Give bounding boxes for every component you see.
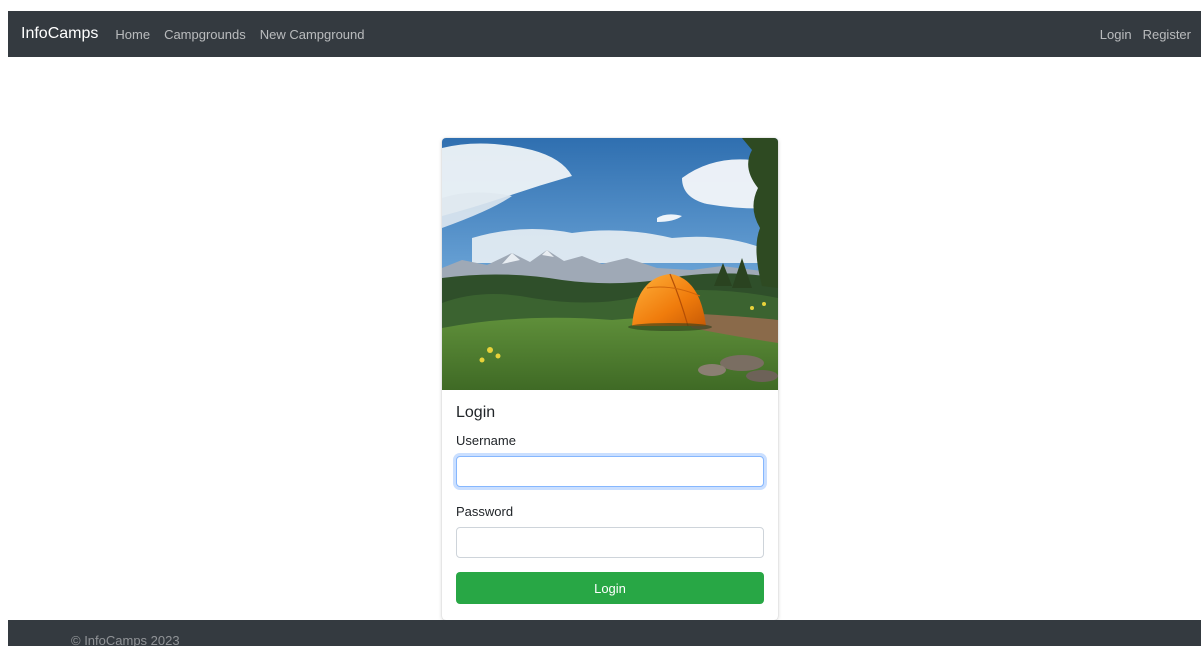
camping-tent-landscape-photo: [442, 138, 778, 390]
password-input[interactable]: [456, 527, 764, 558]
login-card: Login Username Password Login: [442, 138, 778, 620]
nav-link-register[interactable]: Register: [1143, 27, 1191, 42]
nav-right-links: Login Register: [1089, 27, 1201, 42]
login-submit-button[interactable]: Login: [456, 572, 764, 604]
password-label: Password: [456, 504, 514, 519]
nav-link-home[interactable]: Home: [115, 27, 150, 42]
username-input[interactable]: [456, 456, 764, 487]
login-title: Login: [456, 404, 496, 421]
navbar: InfoCamps Home Campgrounds New Campgroun…: [8, 11, 1201, 57]
footer-copyright: © InfoCamps 2023: [71, 633, 180, 646]
nav-link-campgrounds[interactable]: Campgrounds: [164, 27, 246, 42]
nav-link-new-campground[interactable]: New Campground: [260, 27, 365, 42]
login-form: Login Username Password Login: [456, 390, 764, 604]
footer: © InfoCamps 2023: [8, 620, 1201, 646]
nav-link-login[interactable]: Login: [1100, 27, 1132, 42]
username-label: Username: [456, 433, 516, 448]
page: InfoCamps Home Campgrounds New Campgroun…: [0, 0, 1201, 646]
brand-link[interactable]: InfoCamps: [21, 25, 98, 43]
nav-left-links: Home Campgrounds New Campground: [115, 27, 378, 42]
